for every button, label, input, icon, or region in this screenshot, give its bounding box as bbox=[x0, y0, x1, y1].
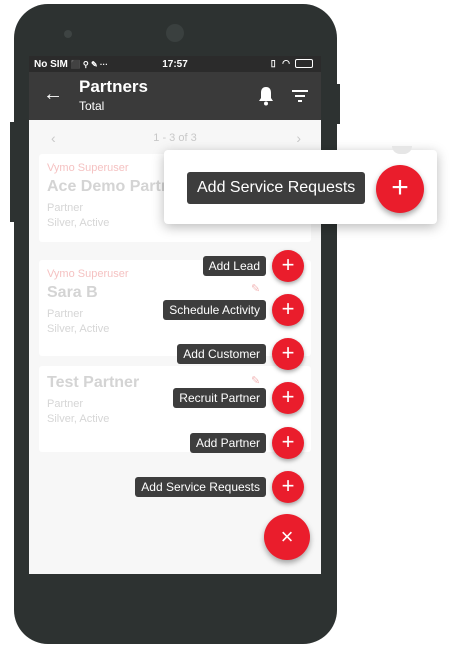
app-bar: ← Partners Total bbox=[29, 72, 321, 120]
pagination-text: 1 - 3 of 3 bbox=[153, 132, 197, 144]
partner-type: Partner bbox=[47, 398, 84, 410]
partner-type: Partner bbox=[47, 308, 84, 320]
page-title: Partners bbox=[79, 77, 148, 96]
bell-icon[interactable] bbox=[257, 86, 275, 106]
add-partner-label[interactable]: Add Partner bbox=[189, 433, 266, 453]
partner-name: Test Partner bbox=[47, 374, 140, 391]
phone-camera bbox=[166, 24, 184, 42]
close-fab-button[interactable]: × bbox=[264, 514, 310, 560]
partner-card[interactable]: Test Partner Partner Silver, Active ✎ bbox=[39, 366, 311, 452]
add-lead-label[interactable]: Add Lead bbox=[202, 256, 266, 276]
partner-type: Partner bbox=[47, 202, 84, 214]
page-subtitle: Total bbox=[79, 99, 105, 113]
add-customer-label[interactable]: Add Customer bbox=[177, 344, 266, 364]
status-icons: ▯ ◠ bbox=[271, 58, 313, 69]
pagination: ‹ 1 - 3 of 3 › bbox=[29, 130, 321, 146]
recruit-partner-label[interactable]: Recruit Partner bbox=[173, 388, 266, 408]
prev-page-chevron-icon[interactable]: ‹ bbox=[51, 130, 56, 146]
partner-name: Sara B bbox=[47, 284, 98, 301]
partner-status: Silver, Active bbox=[47, 217, 110, 229]
zoom-callout: Add Service Requests + bbox=[164, 146, 437, 224]
edit-pencil-icon[interactable]: ✎ bbox=[251, 282, 260, 295]
filter-icon[interactable] bbox=[291, 87, 309, 105]
recruit-partner-button[interactable]: + bbox=[272, 382, 304, 414]
callout-add-service-requests-label[interactable]: Add Service Requests bbox=[187, 172, 366, 204]
status-bar: No SIM ⬛ ⚲ ✎ ··· 17:57 ▯ ◠ bbox=[29, 56, 321, 72]
edit-pencil-icon[interactable]: ✎ bbox=[251, 374, 260, 387]
partner-status: Silver, Active bbox=[47, 323, 110, 335]
add-customer-button[interactable]: + bbox=[272, 338, 304, 370]
next-page-chevron-icon[interactable]: › bbox=[296, 130, 301, 146]
callout-add-service-requests-button[interactable]: + bbox=[376, 165, 424, 213]
schedule-activity-label[interactable]: Schedule Activity bbox=[163, 300, 266, 320]
phone-speaker bbox=[64, 30, 72, 38]
battery-icon bbox=[295, 59, 313, 69]
add-service-requests-label[interactable]: Add Service Requests bbox=[135, 477, 266, 497]
back-arrow-icon[interactable]: ← bbox=[43, 83, 63, 106]
callout-notch bbox=[392, 146, 412, 154]
add-service-requests-button[interactable]: + bbox=[272, 471, 304, 503]
phone-side-button bbox=[334, 84, 340, 124]
partner-status: Silver, Active bbox=[47, 413, 110, 425]
partner-owner: Vymo Superuser bbox=[47, 268, 129, 280]
schedule-activity-button[interactable]: + bbox=[272, 294, 304, 326]
add-lead-button[interactable]: + bbox=[272, 250, 304, 282]
phone-side-button bbox=[10, 122, 16, 222]
add-partner-button[interactable]: + bbox=[272, 427, 304, 459]
partner-owner: Vymo Superuser bbox=[47, 162, 129, 174]
